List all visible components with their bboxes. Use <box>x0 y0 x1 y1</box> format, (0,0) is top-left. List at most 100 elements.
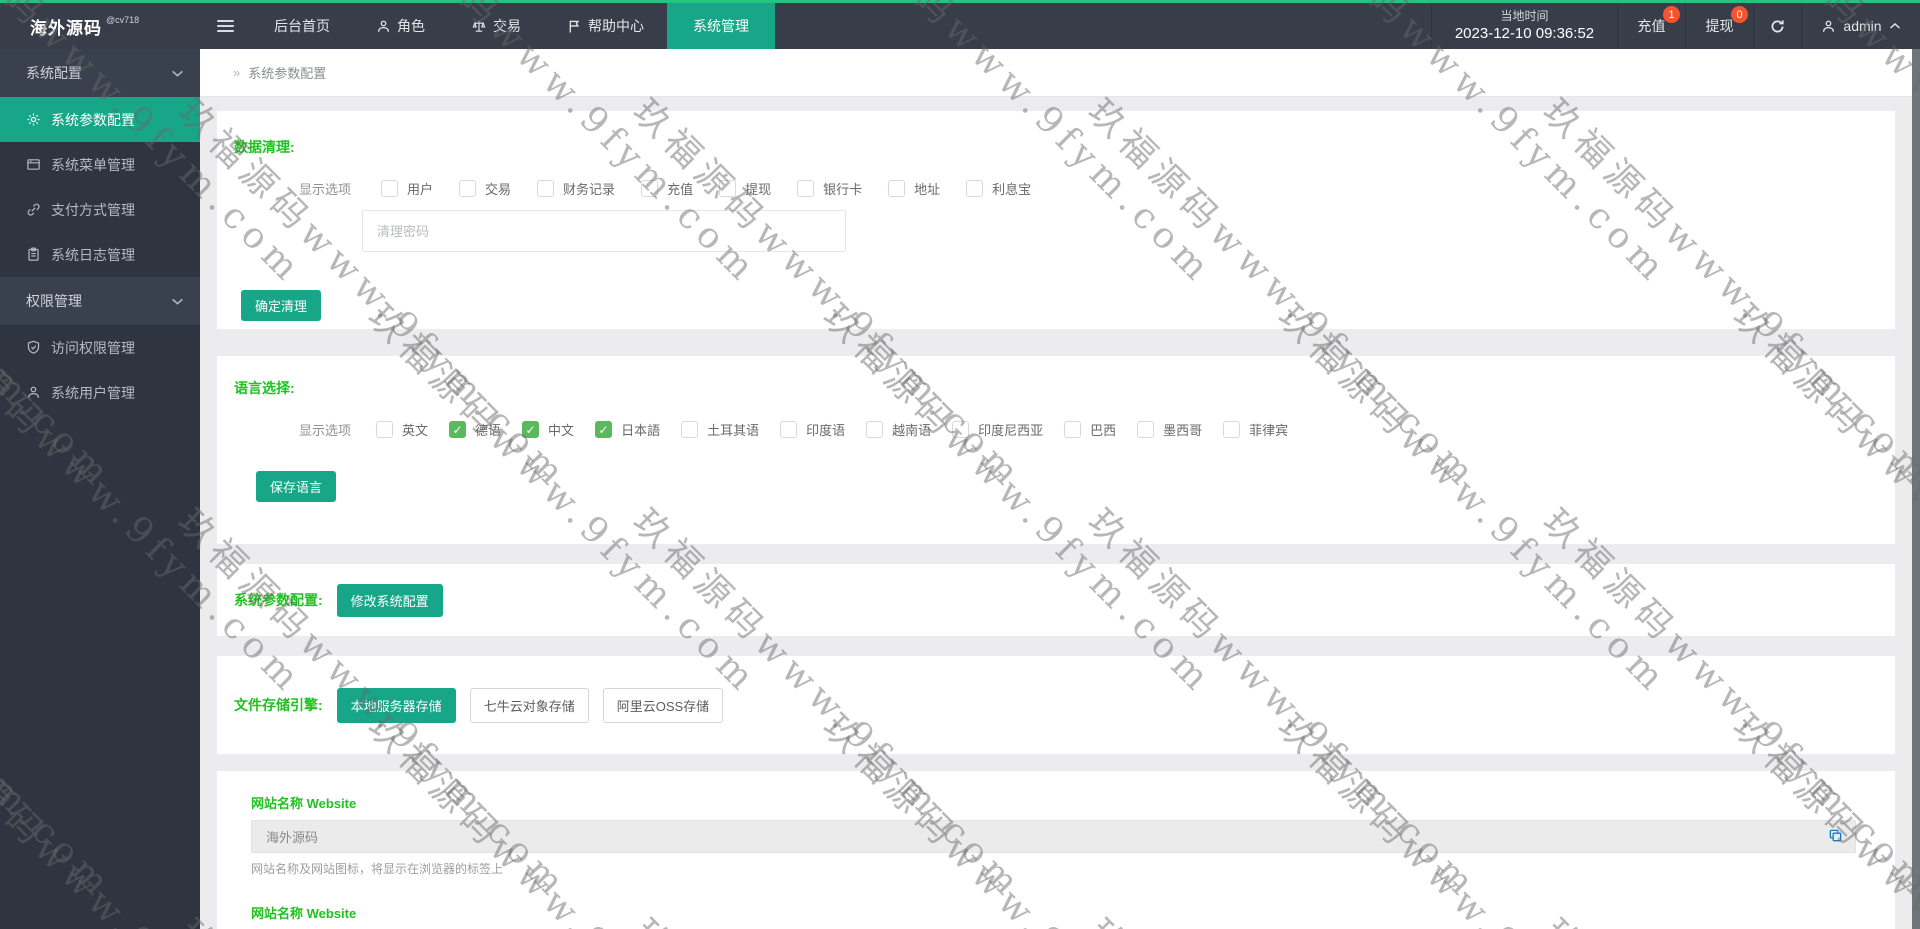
cleanup-option-interest-treasure[interactable]: 利息宝 <box>966 179 1031 198</box>
sidebar: 系统配置 系统参数配置 系统菜单管理 支付方式管理 系 <box>0 49 200 929</box>
checkbox[interactable] <box>381 180 398 197</box>
cleanup-option-transactions[interactable]: 交易 <box>459 179 511 198</box>
cleanup-option-address[interactable]: 地址 <box>888 179 940 198</box>
sidebar-item-payment-method-management[interactable]: 支付方式管理 <box>0 187 200 232</box>
nav-item-transactions[interactable]: 交易 <box>456 3 536 49</box>
recharge-button[interactable]: 充值 1 <box>1617 3 1685 49</box>
sidebar-item-system-param-config[interactable]: 系统参数配置 <box>0 97 200 142</box>
checkbox[interactable] <box>681 421 698 438</box>
checkbox[interactable] <box>866 421 883 438</box>
nav-item-home[interactable]: 后台首页 <box>259 3 345 49</box>
language-option-hindi[interactable]: 印度语 <box>780 420 845 439</box>
nav-item-roles[interactable]: 角色 <box>361 3 440 49</box>
confirm-cleanup-button[interactable]: 确定清理 <box>241 290 321 321</box>
checkbox[interactable] <box>952 421 969 438</box>
website-name-field <box>251 820 1856 853</box>
cleanup-option-withdraw[interactable]: 提现 <box>719 179 771 198</box>
storage-engine-title: 文件存储引擎: <box>234 695 323 715</box>
app-version-tag: @cv718 <box>106 15 139 25</box>
data-cleanup-card: 数据清理: 显示选项 用户 交易 财务记录 充值 提现 银行卡 <box>216 110 1896 330</box>
cleanup-option-users[interactable]: 用户 <box>381 179 433 198</box>
website-settings-card: 网站名称 Website 网站名称及网站图标，将显示在浏览器的标签上 网站名称 … <box>216 770 1896 929</box>
checkbox[interactable] <box>888 180 905 197</box>
sidebar-item-system-log-management[interactable]: 系统日志管理 <box>0 232 200 277</box>
website-name-input[interactable] <box>251 820 1856 853</box>
website-name-label-2: 网站名称 Website <box>251 903 1856 922</box>
language-option-german[interactable]: 德语 <box>449 420 501 439</box>
user-icon <box>1821 19 1836 34</box>
system-param-title: 系统参数配置: <box>234 590 323 610</box>
person-icon <box>26 385 41 400</box>
sidebar-item-access-permission-management[interactable]: 访问权限管理 <box>0 325 200 370</box>
language-option-mexican[interactable]: 墨西哥 <box>1137 420 1202 439</box>
cleanup-password-input[interactable] <box>362 210 846 252</box>
hamburger-icon <box>217 17 234 35</box>
language-option-turkish[interactable]: 土耳其语 <box>681 420 759 439</box>
withdraw-button[interactable]: 提现 0 <box>1685 3 1753 49</box>
checkbox[interactable] <box>522 421 539 438</box>
nav-item-system-management[interactable]: 系统管理 <box>667 3 775 49</box>
checkbox[interactable] <box>1137 421 1154 438</box>
website-name-help: 网站名称及网站图标，将显示在浏览器的标签上 <box>251 860 1856 877</box>
cleanup-option-financial-records[interactable]: 财务记录 <box>537 179 615 198</box>
checkbox[interactable] <box>537 180 554 197</box>
local-time-value: 2023-12-10 09:36:52 <box>1455 24 1594 44</box>
hamburger-button[interactable] <box>202 3 249 49</box>
breadcrumb: » 系统参数配置 <box>200 49 1912 97</box>
data-cleanup-title: 数据清理: <box>234 137 1895 157</box>
storage-aliyun-oss-button[interactable]: 阿里云OSS存储 <box>603 688 723 723</box>
recharge-badge: 1 <box>1663 6 1680 23</box>
top-navbar: 海外源码 @cv718 后台首页 角色 交易 <box>0 0 1920 49</box>
chevron-up-icon <box>1889 22 1901 30</box>
refresh-icon <box>1769 18 1786 35</box>
withdraw-badge: 0 <box>1731 6 1748 23</box>
checkbox[interactable] <box>641 180 658 197</box>
storage-local-server-button[interactable]: 本地服务器存储 <box>337 688 456 723</box>
page-scrollbar[interactable] <box>1912 49 1920 929</box>
storage-qiniu-button[interactable]: 七牛云对象存储 <box>470 688 589 723</box>
sidebar-section-permission-management[interactable]: 权限管理 <box>0 277 200 325</box>
checkbox[interactable] <box>719 180 736 197</box>
checkbox[interactable] <box>966 180 983 197</box>
app-title: 海外源码 <box>30 14 102 39</box>
local-time-block: 当地时间 2023-12-10 09:36:52 <box>1431 3 1617 49</box>
person-icon <box>376 19 391 34</box>
checkbox[interactable] <box>449 421 466 438</box>
cleanup-option-bank-card[interactable]: 银行卡 <box>797 179 862 198</box>
checkbox[interactable] <box>459 180 476 197</box>
checkbox[interactable] <box>376 421 393 438</box>
nav-item-help-center[interactable]: 帮助中心 <box>552 3 659 49</box>
breadcrumb-label: 系统参数配置 <box>248 63 326 82</box>
language-option-japanese[interactable]: 日本語 <box>595 420 660 439</box>
options-label: 显示选项 <box>299 179 351 198</box>
sidebar-item-system-user-management[interactable]: 系统用户管理 <box>0 370 200 415</box>
app-logo: 海外源码 @cv718 <box>0 3 200 49</box>
modify-system-config-button[interactable]: 修改系统配置 <box>337 584 443 617</box>
checkbox[interactable] <box>1064 421 1081 438</box>
copy-icon[interactable] <box>1828 828 1843 843</box>
sidebar-section-system-config[interactable]: 系统配置 <box>0 49 200 97</box>
refresh-button[interactable] <box>1753 3 1801 49</box>
local-time-label: 当地时间 <box>1500 8 1548 24</box>
checkbox[interactable] <box>1223 421 1240 438</box>
language-option-vietnamese[interactable]: 越南语 <box>866 420 931 439</box>
user-menu[interactable]: admin <box>1801 3 1920 49</box>
clipboard-icon <box>26 247 41 262</box>
window-icon <box>26 157 41 172</box>
language-select-card: 语言选择: 显示选项 英文 德语 中文 日本語 土耳其语 印度语 <box>216 355 1896 545</box>
language-option-indonesian[interactable]: 印度尼西亚 <box>952 420 1043 439</box>
scales-icon <box>471 19 487 34</box>
language-option-brazilian[interactable]: 巴西 <box>1064 420 1116 439</box>
language-option-english[interactable]: 英文 <box>376 420 428 439</box>
language-option-filipino[interactable]: 菲律宾 <box>1223 420 1288 439</box>
sidebar-item-system-menu-management[interactable]: 系统菜单管理 <box>0 142 200 187</box>
chevron-down-icon <box>171 297 184 306</box>
checkbox[interactable] <box>595 421 612 438</box>
cleanup-option-recharge[interactable]: 充值 <box>641 179 693 198</box>
language-option-chinese[interactable]: 中文 <box>522 420 574 439</box>
shield-check-icon <box>26 340 41 355</box>
gear-icon <box>26 112 41 127</box>
checkbox[interactable] <box>797 180 814 197</box>
save-language-button[interactable]: 保存语言 <box>256 471 336 502</box>
checkbox[interactable] <box>780 421 797 438</box>
